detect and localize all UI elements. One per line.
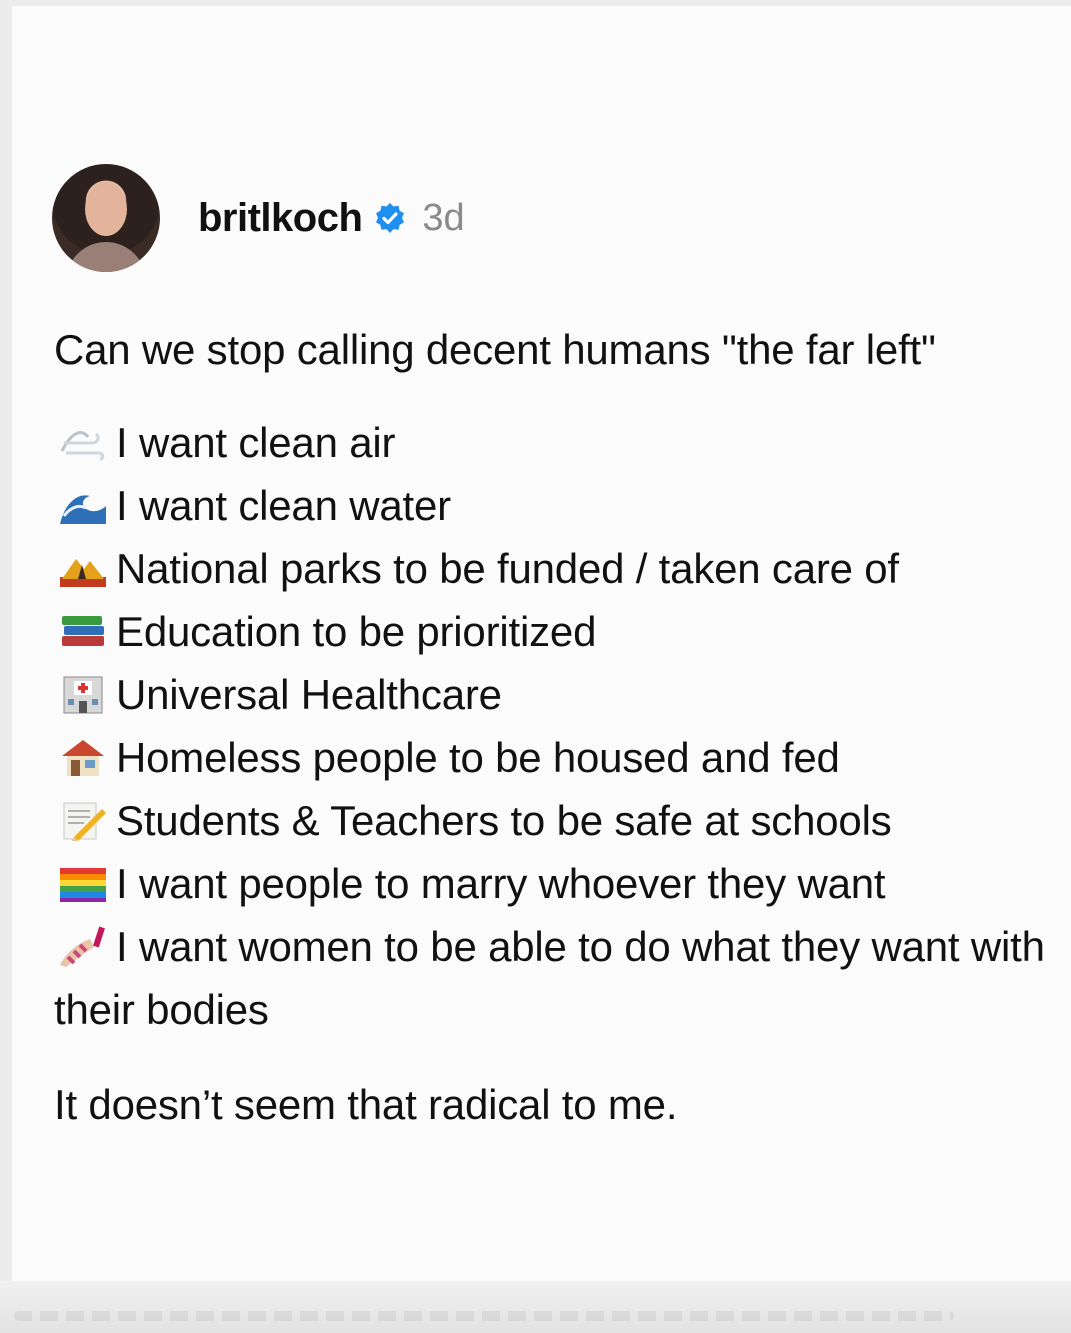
next-post-preview	[0, 1281, 1071, 1333]
post-body: Can we stop calling decent humans "the f…	[54, 318, 1064, 1136]
national-park-icon	[54, 543, 112, 595]
house-icon	[54, 732, 112, 784]
memo-icon	[54, 795, 112, 847]
list-item: I want clean water	[54, 474, 1064, 537]
list-item: I want clean air	[54, 411, 1064, 474]
avatar-face	[85, 182, 127, 236]
wind-icon	[54, 417, 112, 469]
list-item: I want women to be able to do what they …	[54, 915, 1064, 1041]
list-item-text: I want clean air	[116, 419, 396, 466]
post-card: britlkoch 3d Can we stop calling decent …	[12, 6, 1071, 1281]
username[interactable]: britlkoch	[198, 196, 363, 241]
nail-polish-icon	[54, 921, 112, 973]
avatar[interactable]	[52, 164, 160, 272]
list-item: Homeless people to be housed and fed	[54, 726, 1064, 789]
books-icon	[54, 606, 112, 658]
wave-icon	[54, 480, 112, 532]
post-time: 3d	[422, 196, 465, 239]
list-item: Students & Teachers to be safe at school…	[54, 789, 1064, 852]
blurred-text	[14, 1311, 954, 1321]
list-item: I want people to marry whoever they want	[54, 852, 1064, 915]
hospital-icon	[54, 669, 112, 721]
avatar-shirt	[66, 242, 146, 272]
post-outro: It doesn’t seem that radical to me.	[54, 1081, 678, 1128]
list-item-text: National parks to be funded / taken care…	[116, 545, 899, 592]
verified-badge-icon	[374, 202, 406, 234]
list-item: Education to be prioritized	[54, 600, 1064, 663]
list-item-text: I want people to marry whoever they want	[116, 860, 886, 907]
list-item-text: Homeless people to be housed and fed	[116, 734, 840, 781]
list-item: National parks to be funded / taken care…	[54, 537, 1064, 600]
list-item-text: Universal Healthcare	[116, 671, 502, 718]
list-item-text: Students & Teachers to be safe at school…	[116, 797, 892, 844]
list-item-text: Education to be prioritized	[116, 608, 597, 655]
list-item: Universal Healthcare	[54, 663, 1064, 726]
list-item-text: I want women to be able to do what they …	[54, 923, 1045, 1033]
rainbow-flag-icon	[54, 858, 112, 910]
post-header: britlkoch 3d	[52, 164, 465, 272]
post-intro: Can we stop calling decent humans "the f…	[54, 326, 936, 373]
list-item-text: I want clean water	[116, 482, 451, 529]
